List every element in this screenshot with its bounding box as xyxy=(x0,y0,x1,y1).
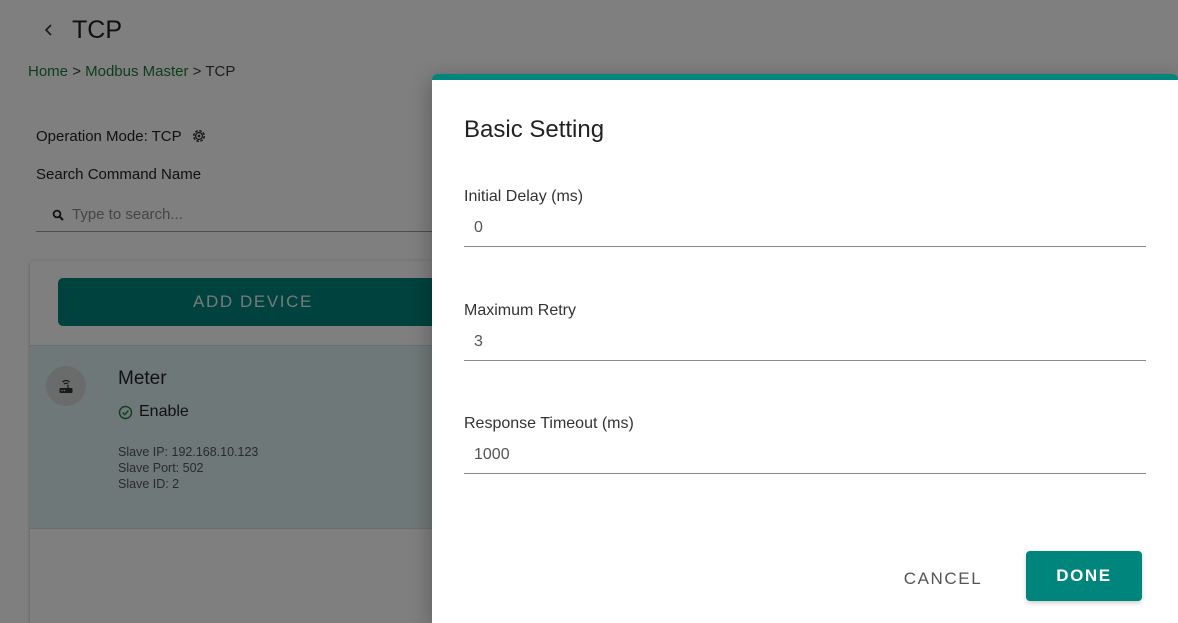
dialog-title: Basic Setting xyxy=(464,116,605,143)
initial-delay-label: Initial Delay (ms) xyxy=(464,188,584,205)
maximum-retry-label: Maximum Retry xyxy=(464,302,577,319)
initial-delay-input[interactable] xyxy=(464,219,1146,247)
response-timeout-input[interactable] xyxy=(464,446,1146,474)
done-button[interactable]: DONE xyxy=(1026,551,1142,601)
maximum-retry-field: Maximum Retry xyxy=(464,302,1146,361)
basic-setting-dialog: Basic Setting Initial Delay (ms) Maximum… xyxy=(432,74,1178,623)
response-timeout-label: Response Timeout (ms) xyxy=(464,415,634,432)
response-timeout-field: Response Timeout (ms) xyxy=(464,415,1146,474)
initial-delay-field: Initial Delay (ms) xyxy=(464,188,1146,247)
maximum-retry-input[interactable] xyxy=(464,333,1146,361)
cancel-button[interactable]: CANCEL xyxy=(890,555,996,603)
